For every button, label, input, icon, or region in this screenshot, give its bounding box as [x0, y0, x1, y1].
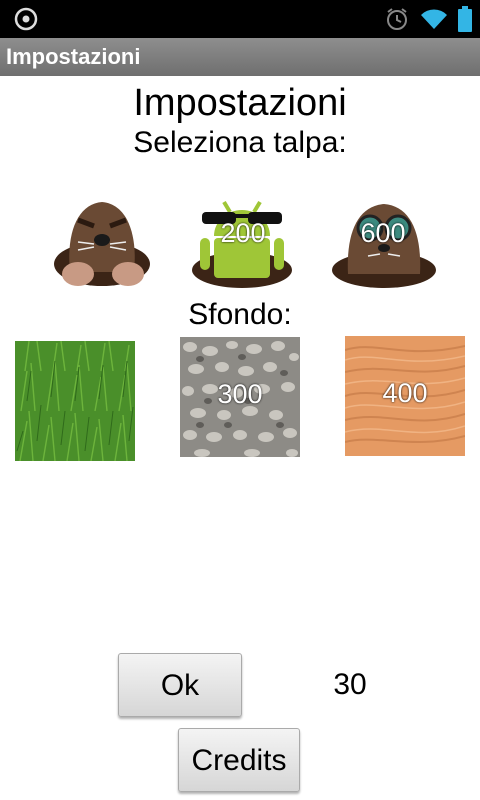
battery-icon: [458, 6, 472, 32]
credits-button[interactable]: Credits: [178, 728, 300, 792]
mole-icon: [54, 202, 150, 286]
app-title: Impostazioni: [6, 44, 141, 69]
mole-option-android[interactable]: 200: [188, 192, 298, 292]
score-value: 30: [333, 668, 367, 701]
mole-option-classic[interactable]: [48, 192, 158, 292]
ok-button[interactable]: Ok: [118, 653, 242, 717]
background-option-gravel[interactable]: 300: [180, 337, 300, 457]
grass-texture: [15, 340, 135, 462]
app-title-bar: Impostazioni: [0, 38, 480, 76]
background-option-sand[interactable]: 400: [344, 336, 466, 456]
mole-price: 600: [360, 218, 406, 248]
background-label: Sfondo:: [188, 298, 292, 331]
mole-price: 200: [220, 218, 266, 248]
background-option-grass[interactable]: [15, 340, 135, 462]
mole-option-goggles[interactable]: 600: [328, 192, 438, 292]
page-title: Impostazioni: [133, 82, 347, 124]
wifi-icon: [421, 9, 447, 29]
background-price: 400: [382, 378, 428, 408]
loading-icon: [14, 7, 38, 31]
select-mole-label: Seleziona talpa:: [133, 126, 347, 159]
status-bar: [0, 0, 480, 38]
background-price: 300: [217, 379, 263, 409]
alarm-icon: [387, 8, 407, 30]
